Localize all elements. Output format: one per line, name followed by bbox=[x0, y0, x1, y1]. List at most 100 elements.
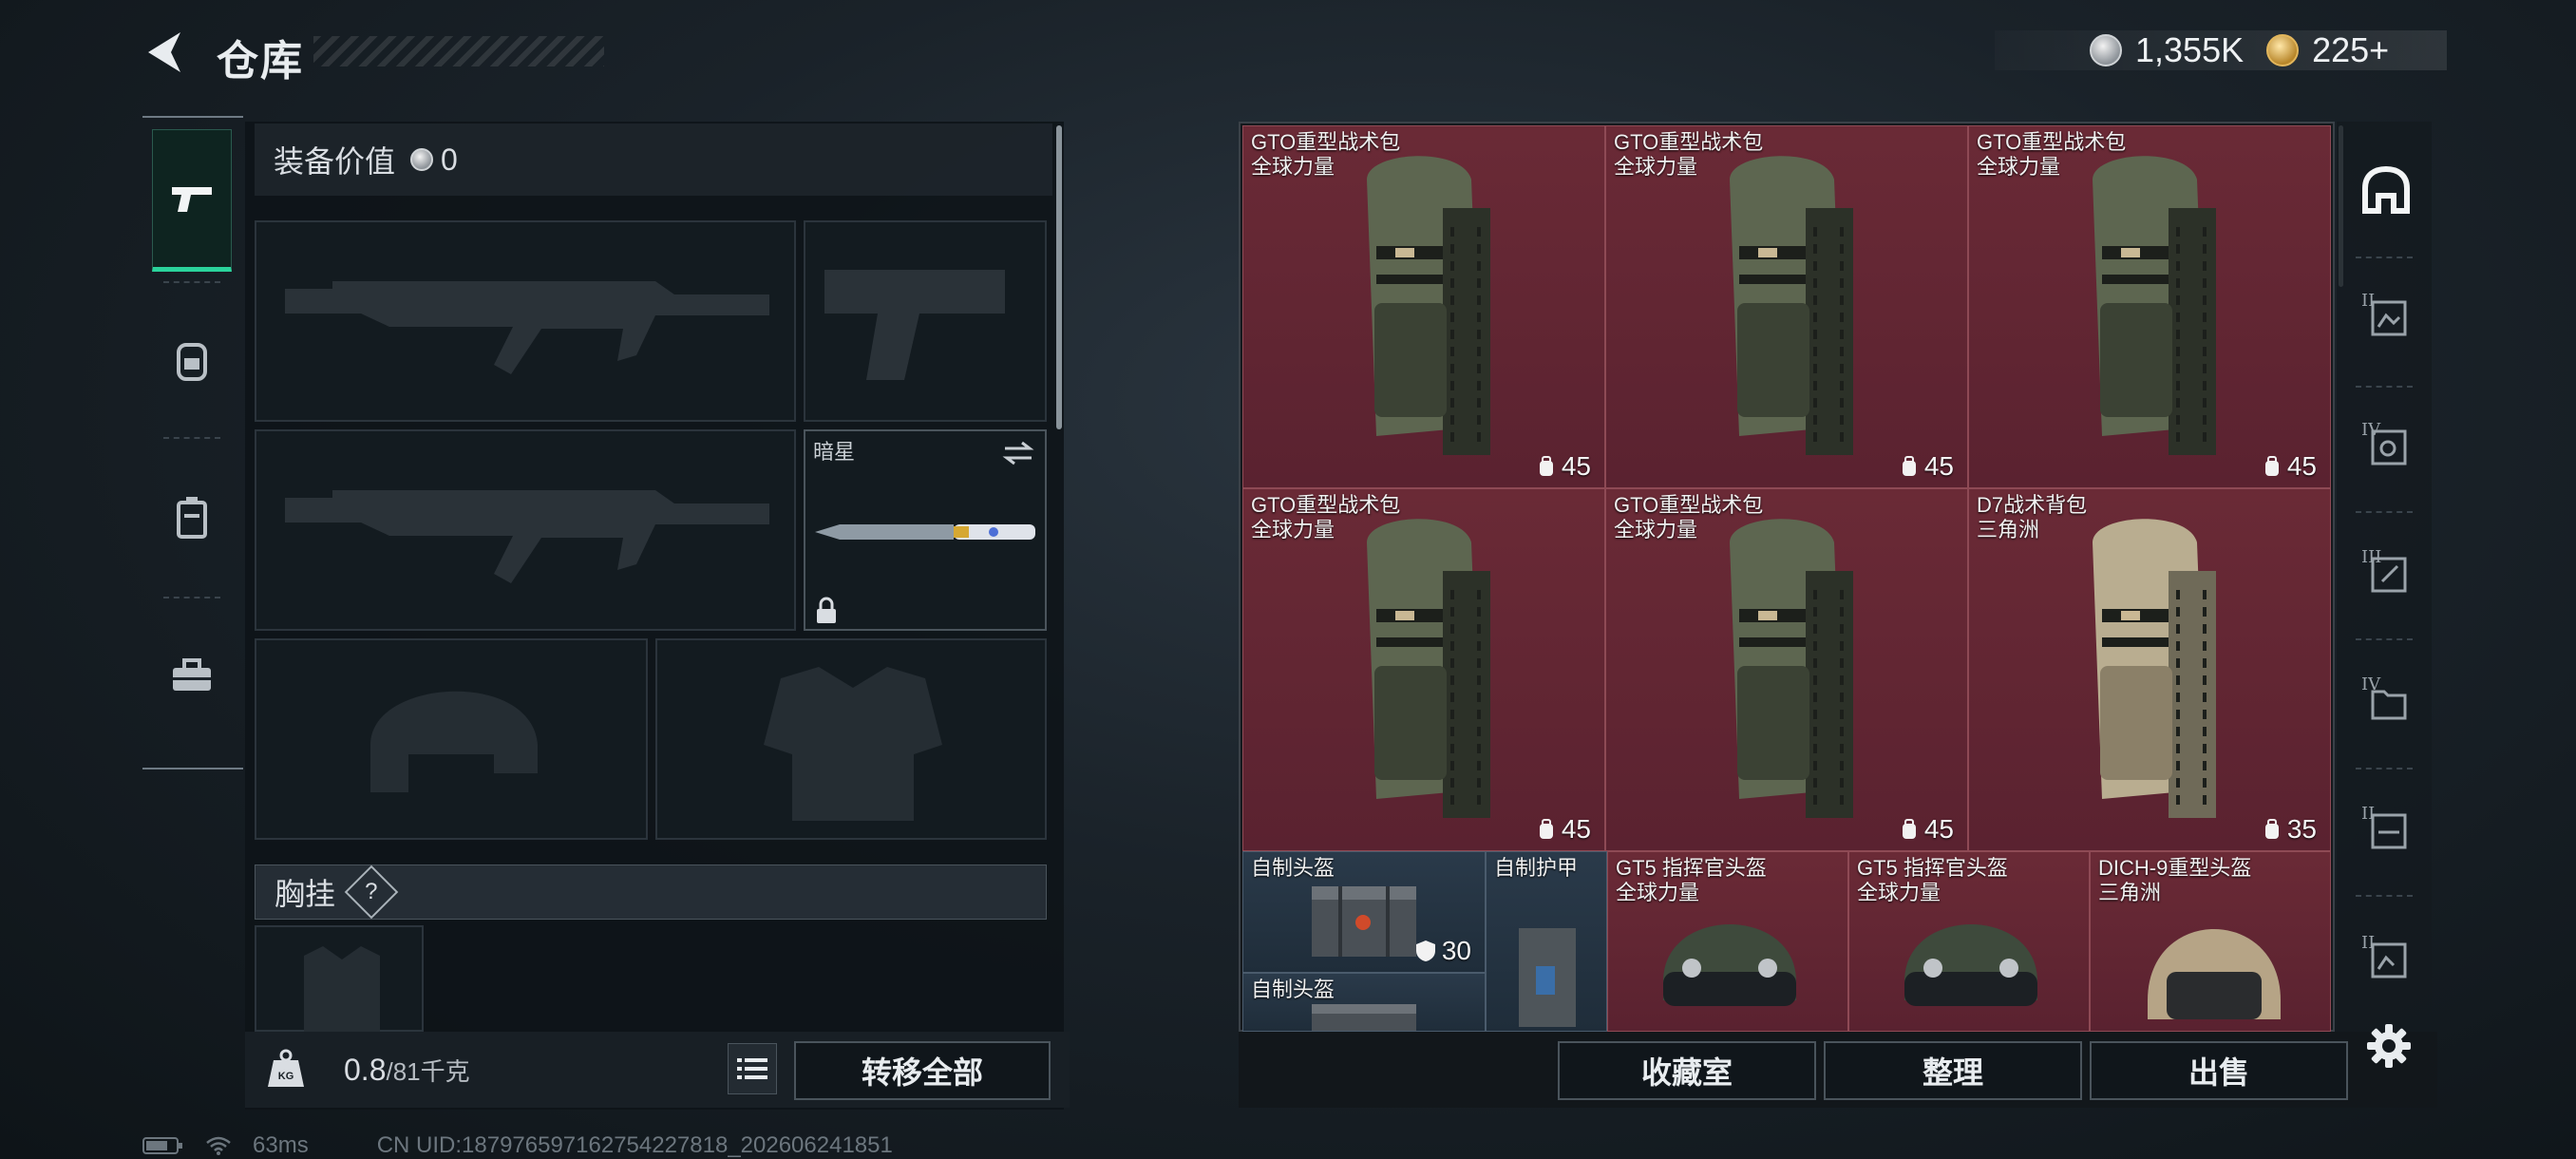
inventory-item[interactable]: 自制头盔 bbox=[1242, 973, 1486, 1032]
secondary-weapon-slot[interactable] bbox=[255, 429, 796, 631]
tab-toolbox[interactable] bbox=[152, 604, 232, 747]
item-count: 45 bbox=[1561, 814, 1591, 844]
chest-rig-silhouette-icon bbox=[304, 946, 380, 1034]
pistol-icon bbox=[172, 187, 212, 212]
inventory-item[interactable]: GTO重型战术包 全球力量 45 bbox=[1605, 488, 1968, 851]
tab-weapons[interactable] bbox=[152, 129, 232, 272]
inventory-item[interactable]: GTO重型战术包 全球力量 45 bbox=[1242, 125, 1605, 488]
list-view-button[interactable] bbox=[728, 1043, 777, 1094]
title-decoration bbox=[313, 36, 604, 66]
storage-tab-icon[interactable] bbox=[2359, 547, 2413, 600]
inventory-item[interactable]: GTO重型战术包 全球力量 45 bbox=[1242, 488, 1605, 851]
sort-button[interactable]: 整理 bbox=[1824, 1041, 2082, 1100]
gear-icon[interactable] bbox=[2365, 1022, 2413, 1070]
capacity-icon bbox=[2264, 456, 2279, 476]
player-uid: CN UID:18797659716275422781​8_2026062418… bbox=[376, 1132, 893, 1158]
primary-weapon-slot[interactable] bbox=[255, 220, 796, 422]
backpack-icon bbox=[1730, 519, 1853, 818]
backpack-icon bbox=[2093, 519, 2216, 818]
equipment-scrollbar[interactable] bbox=[1056, 125, 1062, 429]
crate-icon bbox=[1312, 1004, 1416, 1031]
vest-icon bbox=[1519, 928, 1576, 1027]
gold-coin-icon bbox=[2266, 34, 2300, 66]
tab-container[interactable] bbox=[152, 446, 232, 589]
gold-amount[interactable]: 225+ bbox=[2312, 30, 2389, 70]
collection-room-button[interactable]: 收藏室 bbox=[1558, 1041, 1816, 1100]
rifle-silhouette-icon bbox=[285, 281, 769, 374]
inventory-item[interactable]: 自制护甲 bbox=[1486, 851, 1607, 1032]
storage-home-icon[interactable] bbox=[2359, 163, 2413, 217]
list-icon bbox=[737, 1058, 767, 1079]
inventory-item[interactable]: GT5 指挥官头盔 全球力量 bbox=[1848, 851, 2090, 1032]
backpack-icon bbox=[1730, 156, 1853, 455]
backpack-icon bbox=[1367, 519, 1490, 818]
equipment-value-label: 装备价值 bbox=[274, 144, 396, 179]
battery-icon bbox=[142, 1137, 182, 1154]
transfer-all-button[interactable]: 转移全部 bbox=[794, 1041, 1051, 1100]
status-bar: 63ms CN UID:18797659716275422781​8_20260… bbox=[142, 1132, 893, 1159]
storage-tab-icon[interactable] bbox=[2359, 291, 2413, 344]
swap-icon[interactable] bbox=[1001, 439, 1035, 467]
equipment-value: 0 bbox=[441, 142, 458, 177]
backpack-icon bbox=[1367, 156, 1490, 455]
inventory-item[interactable]: GTO重型战术包 全球力量 45 bbox=[1968, 125, 2331, 488]
tab-backpack[interactable] bbox=[152, 289, 232, 431]
silver-coin-icon bbox=[410, 148, 434, 171]
knife-icon bbox=[815, 524, 1035, 540]
storage-tab-icon[interactable] bbox=[2359, 674, 2413, 728]
weight-readout: 0.8/81千克 bbox=[344, 1053, 470, 1088]
help-icon[interactable]: ? bbox=[344, 864, 399, 920]
currency-bar: 1,355K 225+ bbox=[1995, 30, 2447, 70]
item-subtitle: 全球力量 bbox=[1251, 518, 1335, 542]
item-subtitle: 全球力量 bbox=[1614, 155, 1698, 179]
armor-slot[interactable] bbox=[655, 638, 1047, 840]
item-count: 35 bbox=[2286, 814, 2317, 844]
capacity-icon bbox=[1902, 456, 1916, 476]
inventory-item[interactable]: GTO重型战术包 全球力量 45 bbox=[1605, 125, 1968, 488]
pistol-slot[interactable] bbox=[804, 220, 1047, 422]
melee-slot[interactable]: 暗星 bbox=[804, 429, 1047, 631]
inventory-item[interactable]: 自制头盔 30 bbox=[1242, 851, 1486, 973]
case-icon bbox=[177, 497, 207, 539]
inventory-item[interactable]: DICH-9重型头盔 三角洲 bbox=[2090, 851, 2331, 1032]
item-count: 45 bbox=[2286, 451, 2317, 481]
weight-max: /81千克 bbox=[386, 1057, 470, 1086]
helmet-icon bbox=[2148, 929, 2281, 1019]
item-subtitle: 全球力量 bbox=[1614, 518, 1698, 542]
item-count: 45 bbox=[1561, 451, 1591, 481]
item-count: 30 bbox=[1441, 936, 1471, 965]
vest-silhouette-icon bbox=[764, 667, 942, 821]
melee-slot-label: 暗星 bbox=[813, 440, 856, 464]
silver-coin-icon bbox=[2090, 34, 2122, 66]
helmet-icon bbox=[1904, 924, 2037, 1006]
backpack-icon bbox=[2093, 156, 2216, 455]
capacity-icon bbox=[1539, 819, 1553, 839]
chest-rig-slot[interactable] bbox=[255, 925, 424, 1034]
shield-icon bbox=[1415, 940, 1435, 961]
back-arrow-icon[interactable] bbox=[142, 28, 188, 76]
storage-tab-icon[interactable] bbox=[2359, 420, 2413, 473]
sell-button[interactable]: 出售 bbox=[2090, 1041, 2348, 1100]
rifle-silhouette-icon bbox=[285, 490, 769, 583]
category-tabs bbox=[142, 116, 243, 770]
weight-current: 0.8 bbox=[344, 1053, 387, 1087]
svg-text:KG: KG bbox=[278, 1071, 294, 1082]
inventory-item[interactable]: GT5 指挥官头盔 全球力量 bbox=[1607, 851, 1848, 1032]
inventory-item[interactable]: D7战术背包 三角洲 35 bbox=[1968, 488, 2331, 851]
item-count: 45 bbox=[1923, 814, 1954, 844]
pistol-silhouette-icon bbox=[824, 270, 1005, 380]
helmet-slot[interactable] bbox=[255, 638, 648, 840]
backpack-icon bbox=[177, 343, 207, 381]
crate-icon bbox=[1312, 886, 1416, 957]
capacity-icon bbox=[2264, 819, 2279, 839]
lock-icon bbox=[817, 597, 836, 623]
storage-tab-icon[interactable] bbox=[2359, 933, 2413, 986]
helmet-silhouette-icon bbox=[370, 691, 538, 792]
storage-tab-icon[interactable] bbox=[2359, 804, 2413, 857]
capacity-icon bbox=[1539, 456, 1553, 476]
page-title: 仓库 bbox=[217, 38, 304, 85]
chest-rig-header: 胸挂 ? bbox=[255, 864, 1047, 920]
wifi-icon bbox=[206, 1136, 231, 1155]
item-subtitle: 全球力量 bbox=[1251, 155, 1335, 179]
silver-amount: 1,355K bbox=[2135, 30, 2245, 69]
